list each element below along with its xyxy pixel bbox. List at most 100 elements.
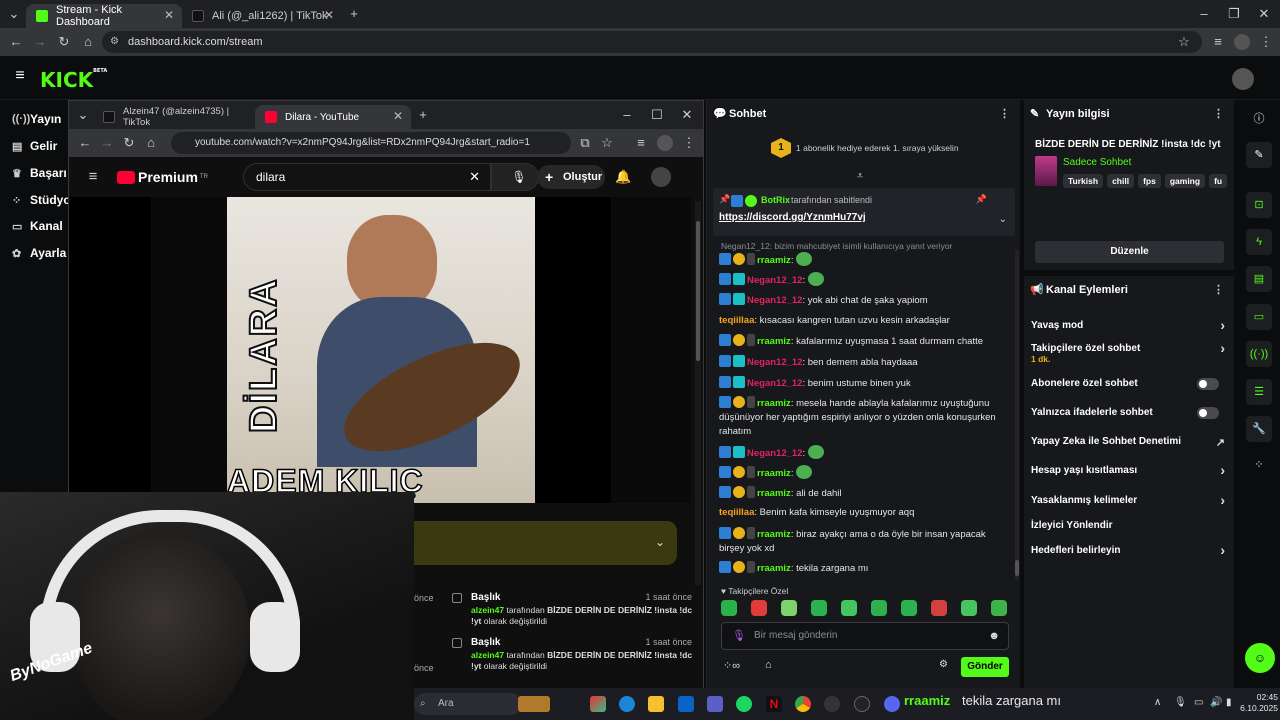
copilot-icon[interactable] xyxy=(590,696,606,712)
notifications-bell-icon[interactable]: 🔔 xyxy=(615,169,631,185)
tab-stream-kick[interactable]: Stream - Kick Dashboard ✕ xyxy=(26,4,182,28)
tab-tiktok-ali[interactable]: Ali (@_ali1262) | TikTok ✕ xyxy=(182,4,342,28)
back-icon[interactable]: ← xyxy=(8,34,24,50)
profile-avatar-icon[interactable] xyxy=(1234,34,1250,50)
close-window-icon[interactable]: ✕ xyxy=(679,107,695,123)
url-field[interactable]: youtube.com/watch?v=x2nmPQ94Jrg&list=RDx… xyxy=(171,132,571,154)
edge-icon[interactable] xyxy=(619,696,635,712)
outlook-icon[interactable] xyxy=(678,696,694,712)
tray-battery-icon[interactable]: ▮ xyxy=(1226,697,1232,708)
settings-app-icon[interactable] xyxy=(824,696,840,712)
user-avatar[interactable] xyxy=(651,167,671,187)
microphone-icon[interactable]: 🎙 xyxy=(732,623,746,649)
tray-mic-icon[interactable]: 🎙 xyxy=(1174,697,1187,708)
scrollbar-thumb[interactable] xyxy=(696,221,700,361)
home-icon[interactable]: ⌂ xyxy=(143,135,159,151)
chat-username[interactable]: rraamiz xyxy=(757,529,791,540)
close-tab-icon[interactable]: ✕ xyxy=(393,109,403,123)
forward-icon[interactable]: → xyxy=(32,34,48,50)
media-control-icon[interactable]: ≡ xyxy=(1210,34,1226,50)
profile-avatar-icon[interactable] xyxy=(657,135,673,151)
chat-username[interactable]: Negan12_12 xyxy=(747,448,802,459)
chat-username[interactable]: teqiillaa xyxy=(719,507,754,518)
pinned-message[interactable]: 📌 BotRix tarafından sabitlendi 📌 https:/… xyxy=(713,188,1015,236)
clear-search-icon[interactable]: ✕ xyxy=(469,164,480,190)
emoji-picker-icon[interactable]: ☻ xyxy=(988,623,1000,649)
back-icon[interactable]: ← xyxy=(77,135,93,151)
tray-clock[interactable]: 02:45 6.10.2025 xyxy=(1234,692,1278,714)
scroll-to-bottom-icon[interactable]: ⩡ xyxy=(857,170,863,183)
sidenav-item-gelir[interactable]: ▤ Gelir xyxy=(12,136,57,156)
send-button[interactable]: Gönder xyxy=(961,657,1009,677)
close-tab-icon[interactable]: ✕ xyxy=(164,8,174,22)
emote-icon[interactable] xyxy=(871,600,887,616)
chat-username[interactable]: rraamiz xyxy=(757,563,791,574)
kick-logo[interactable]: KICKBETA xyxy=(40,68,107,92)
lightning-icon[interactable]: ϟ xyxy=(1246,229,1272,255)
sidenav-item-kanal[interactable]: ▭ Kanal xyxy=(12,216,63,236)
emote-icon[interactable] xyxy=(991,600,1007,616)
emote-icon[interactable] xyxy=(961,600,977,616)
browser-menu-icon[interactable]: ⋮ xyxy=(681,135,697,151)
chevron-down-icon[interactable]: ⌄ xyxy=(655,535,665,549)
chat-username[interactable]: Negan12_12 xyxy=(747,295,802,306)
url-field[interactable]: ⚙ dashboard.kick.com/stream xyxy=(102,31,1202,53)
chat-username[interactable]: Negan12_12 xyxy=(747,275,802,286)
bookmark-star-icon[interactable]: ☆ xyxy=(599,135,615,151)
info-icon[interactable]: ⓘ xyxy=(1246,106,1272,132)
tab-tiktok-alzein[interactable]: Alzein47 (@alzein4735) | TikTok xyxy=(93,105,255,129)
tab-dilara-youtube[interactable]: Dilara - YouTube ✕ xyxy=(255,105,411,129)
gift-goal-text[interactable]: 1 abonelik hediye ederek 1. sıraya yükse… xyxy=(796,143,959,153)
clip-icon[interactable]: ⊡ xyxy=(1246,192,1272,218)
forward-icon[interactable]: → xyxy=(99,135,115,151)
channel-action-item[interactable]: İzleyici Yönlendir xyxy=(1031,520,1227,531)
chat-username[interactable]: rraamiz xyxy=(757,336,791,347)
chrome-icon[interactable] xyxy=(795,696,811,712)
file-explorer-icon[interactable] xyxy=(648,696,664,712)
toggle-switch[interactable] xyxy=(1197,378,1219,390)
panel-menu-icon[interactable]: ⋮ xyxy=(1213,100,1224,128)
emote-icon[interactable] xyxy=(751,600,767,616)
channel-action-item[interactable]: Yapay Zeka ile Sohbet Denetimi ↗ xyxy=(1031,436,1227,449)
tab-search-icon[interactable]: ⌄ xyxy=(75,107,91,123)
maximize-icon[interactable]: ☐ xyxy=(649,107,665,123)
edit-stream-button[interactable]: Düzenle xyxy=(1035,241,1224,263)
more-tools-icon[interactable]: ⁘ xyxy=(1246,452,1272,478)
obs-icon[interactable] xyxy=(854,696,870,712)
channel-action-item[interactable]: Hesap yaşı kısıtlaması › xyxy=(1031,462,1227,478)
toggle-switch[interactable] xyxy=(1197,407,1219,419)
stream-category[interactable]: Sadece Sohbet xyxy=(1063,157,1131,168)
chat-username[interactable]: teqiillaa xyxy=(719,315,754,326)
voice-search-icon[interactable]: 🎙 xyxy=(507,165,531,189)
tray-chevron-up-icon[interactable]: ∧ xyxy=(1154,697,1161,708)
user-avatar[interactable] xyxy=(1232,68,1254,90)
spotify-icon[interactable] xyxy=(736,696,752,712)
tray-network-icon[interactable]: ▭ xyxy=(1194,697,1203,708)
minimize-icon[interactable]: – xyxy=(1196,6,1212,22)
home-icon[interactable]: ⌂ xyxy=(80,34,96,50)
channel-action-item[interactable]: Abonelere özel sohbet xyxy=(1031,378,1227,390)
channel-points-icon[interactable]: ⁘∞ xyxy=(723,659,740,672)
browser-menu-icon[interactable]: ⋮ xyxy=(1258,34,1274,50)
chat-username[interactable]: rraamiz xyxy=(757,398,791,409)
channel-action-item[interactable]: Hedefleri belirleyin › xyxy=(1031,542,1227,558)
panel-menu-icon[interactable]: ⋮ xyxy=(1213,276,1224,304)
emote-icon[interactable] xyxy=(901,600,917,616)
chat-username[interactable]: rraamiz xyxy=(757,468,791,479)
pinned-link[interactable]: https://discord.gg/YznmHu77vj xyxy=(719,212,866,223)
support-chat-icon[interactable]: ☺ xyxy=(1245,643,1275,673)
create-button[interactable]: + Oluştur xyxy=(537,165,605,189)
netflix-icon[interactable]: N xyxy=(766,696,782,712)
chat-settings-gear-icon[interactable]: ⚙ xyxy=(939,659,948,670)
teams-icon[interactable] xyxy=(707,696,723,712)
channel-action-item[interactable]: Yavaş mod › xyxy=(1031,317,1227,333)
sidenav-item-ayarla[interactable]: ✿ Ayarla xyxy=(12,243,66,263)
site-info-icon[interactable]: ⚙ xyxy=(110,31,119,53)
widget-game-icon[interactable] xyxy=(518,696,550,712)
youtube-search-input[interactable]: dilara ✕ xyxy=(243,163,491,191)
media-control-icon[interactable]: ≡ xyxy=(633,135,649,151)
channel-action-item[interactable]: Yasaklanmış kelimeler › xyxy=(1031,492,1227,508)
install-app-icon[interactable]: ⧉ xyxy=(577,135,593,151)
emote-icon[interactable] xyxy=(811,600,827,616)
tray-volume-icon[interactable]: 🔊 xyxy=(1210,697,1222,708)
